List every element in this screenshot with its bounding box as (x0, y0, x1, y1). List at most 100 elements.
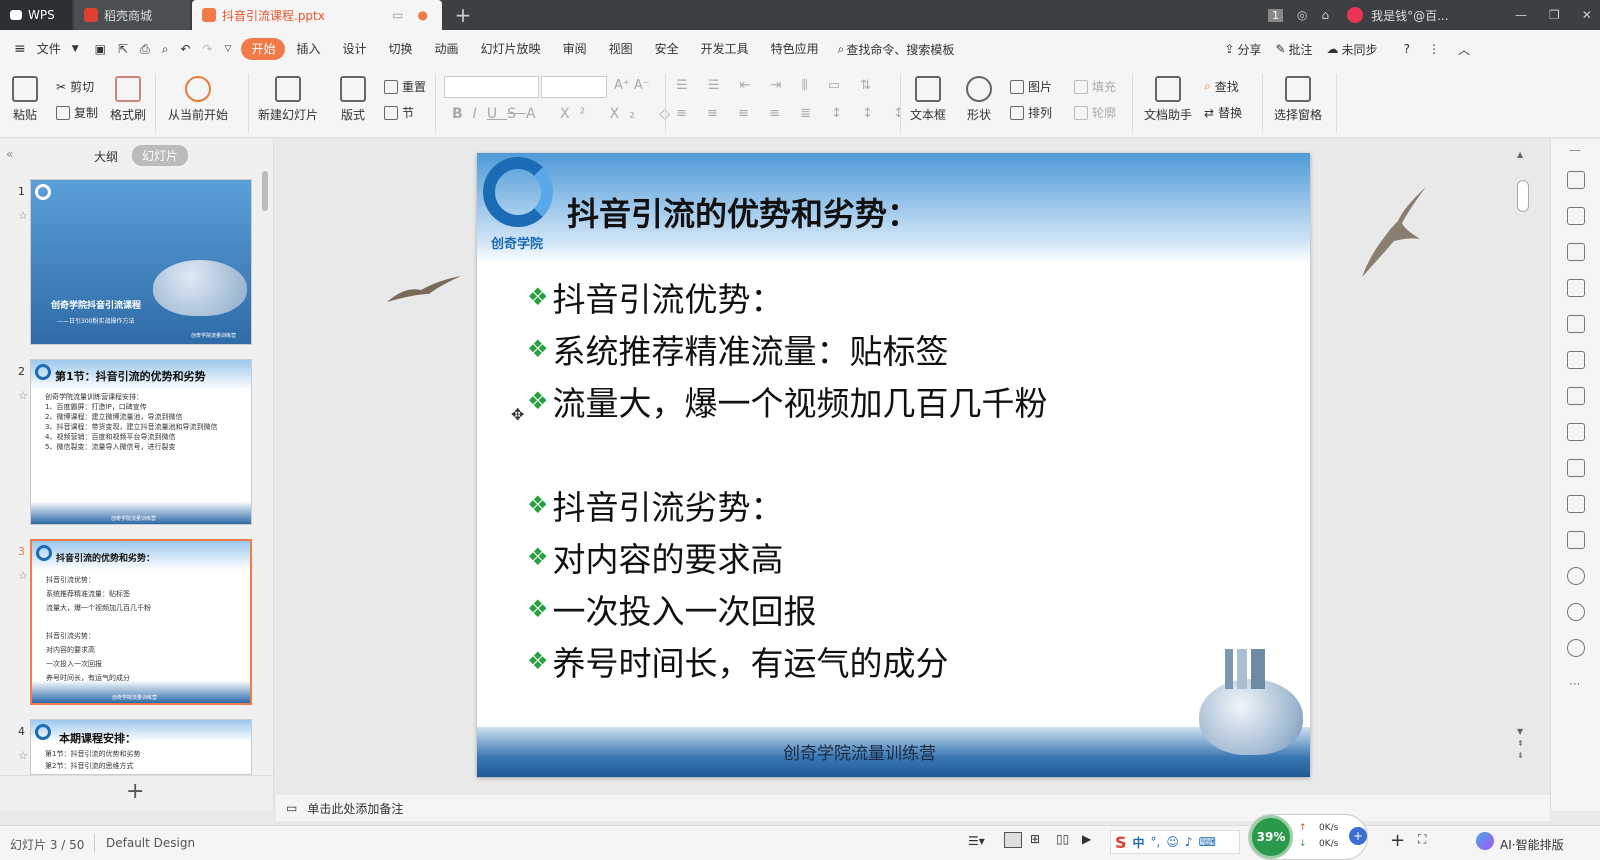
tab-wps-home[interactable]: WPS (0, 0, 72, 30)
theme-name[interactable]: Default Design (106, 836, 195, 850)
replace-button[interactable]: ⇄ 替换 (1204, 104, 1242, 121)
animation-icon[interactable] (1567, 171, 1585, 189)
outline-button[interactable]: 轮廓 (1074, 104, 1116, 121)
audio-icon[interactable] (1567, 531, 1585, 549)
grid-icon[interactable] (1567, 315, 1585, 333)
monitor-icon[interactable]: ▭ (392, 8, 403, 22)
slideshow-view-icon[interactable]: ▶ (1082, 832, 1091, 846)
canvas-scrollbar[interactable]: ▲ ▼ ⇞ ⇟ (1517, 146, 1531, 778)
comment-icon[interactable]: ✎ (1275, 42, 1285, 56)
tab-document[interactable]: 抖音引流课程.pptx ▭ ● (192, 0, 442, 30)
scroll-thumb[interactable] (1517, 180, 1529, 212)
tab-slides[interactable]: 幻灯片 (132, 145, 189, 166)
mic-icon[interactable]: ♪ (1185, 835, 1193, 849)
comment-button[interactable]: 批注 (1289, 41, 1313, 58)
collapse-sidebar-icon[interactable]: — (1569, 143, 1581, 157)
slide-thumbnail-1[interactable]: 创奇学院抖音引流课程 ——日引300粉实战操作方法 创奇学院流量训练营 (30, 179, 252, 345)
preview-icon[interactable]: ⌕ (162, 42, 169, 57)
ime-toolbar[interactable]: S 中 °, ☺ ♪ ⌨ (1110, 830, 1240, 854)
slide-title[interactable]: 抖音引流的优势和劣势： (567, 189, 919, 235)
fill-button[interactable]: 填充 (1074, 78, 1116, 95)
image-icon[interactable] (1567, 495, 1585, 513)
menu-security[interactable]: 安全 (644, 38, 690, 60)
bullet-item[interactable]: ❖ 流量大，爆一个视频加几百几千粉 (527, 377, 1048, 425)
from-current-button[interactable]: 从当前开始 (168, 76, 228, 123)
align-icons[interactable]: ≡ ≡ ≡ ≡ ≣ ↕ ↕ ↕ (676, 106, 912, 121)
ime-language[interactable]: 中 (1133, 834, 1145, 851)
undo-icon[interactable]: ↶ (180, 42, 190, 56)
view-options-icon[interactable]: ☰▾ (968, 834, 985, 848)
doc-helper-button[interactable]: 文档助手 (1144, 76, 1192, 123)
textbox-button[interactable]: 文本框 (910, 76, 946, 123)
scroll-page-controls[interactable]: ▼ ⇞ ⇟ (1517, 726, 1524, 762)
star-icon[interactable]: ☆ (18, 749, 28, 762)
more-dots-icon[interactable]: ··· (1569, 677, 1580, 691)
shape-panel-icon[interactable] (1567, 243, 1585, 261)
chevron-down-icon[interactable]: ▼ (72, 44, 79, 54)
share-icon[interactable]: ⇪ (1224, 42, 1234, 56)
picture-button[interactable]: 图片 (1010, 78, 1052, 95)
new-tab-button[interactable]: + (448, 0, 478, 30)
slide-editor[interactable]: 创奇学院 抖音引流的优势和劣势： ❖ 抖音引流优势： ❖ 系统推荐精准流量：贴标签 … (477, 153, 1310, 777)
punctuation-icon[interactable]: °, (1151, 835, 1161, 849)
command-search[interactable]: 查找命令、搜索模板 (846, 41, 954, 58)
reading-view-icon[interactable]: ▯▯ (1056, 832, 1069, 846)
slide-thumbnail-4[interactable]: 本期课程安排： 第1节：抖音引流的优势和劣势 第2节：抖音引流的思维方式 (30, 719, 252, 775)
star-icon[interactable]: ☆ (18, 569, 28, 582)
menu-file[interactable]: 文件 (26, 38, 72, 60)
history-icon[interactable] (1567, 603, 1585, 621)
font-grow-icon[interactable]: A⁺ A⁻ (614, 78, 650, 93)
menu-view[interactable]: 视图 (598, 38, 644, 60)
search-icon[interactable]: ⌕ (838, 42, 845, 57)
slide-thumbnail-2[interactable]: 第1节：抖音引流的优势和劣势 创奇学院流量训练营课程安排： 1、百度霸屏：打造I… (30, 359, 252, 525)
skin-icon[interactable]: ◎ (1297, 8, 1307, 22)
network-speed-widget[interactable]: 39% ↑ ↓ 0K/s 0K/s + (1248, 814, 1368, 860)
menu-transition[interactable]: 切换 (378, 38, 424, 60)
magic-icon[interactable] (1567, 279, 1585, 297)
menu-features[interactable]: 特色应用 (760, 38, 830, 60)
new-slide-button[interactable]: 新建幻灯片 (258, 76, 318, 123)
bullet-item[interactable]: ❖ 抖音引流优势： (527, 273, 784, 321)
star-icon[interactable]: ☆ (18, 209, 28, 222)
restore-icon[interactable]: ❐ (1549, 8, 1560, 22)
sorter-view-icon[interactable]: ⊞ (1030, 832, 1040, 846)
menu-slideshow[interactable]: 幻灯片放映 (470, 38, 552, 60)
font-style-icons[interactable]: BIUSA X² X₂ ◇ (452, 106, 680, 122)
print-icon[interactable]: ⎙ (140, 42, 150, 57)
zoom-in-icon[interactable]: + (1390, 830, 1405, 851)
settings-icon[interactable] (1567, 351, 1585, 369)
menu-insert[interactable]: 插入 (285, 38, 331, 60)
bullet-item[interactable]: ❖ 一次投入一次回报 (527, 585, 817, 633)
more-icon[interactable]: ⋮ (1428, 42, 1440, 56)
tab-store[interactable]: 稻壳商城 (74, 0, 190, 30)
scroll-up-icon[interactable]: ▲ (1517, 150, 1523, 159)
menu-animation[interactable]: 动画 (424, 38, 470, 60)
paste-button[interactable]: 粘贴 (12, 76, 38, 123)
help-circle-icon[interactable] (1567, 639, 1585, 657)
font-family-select[interactable] (444, 76, 539, 98)
copy-button[interactable]: 复制 (56, 104, 98, 121)
archive-icon[interactable] (1567, 459, 1585, 477)
bullet-item[interactable]: ❖ 抖音引流劣势： (527, 481, 784, 529)
sync-button[interactable]: 未同步 (1342, 41, 1378, 58)
panel-scrollbar[interactable] (262, 171, 268, 211)
redo-icon[interactable]: ↷ (202, 42, 212, 56)
collapse-ribbon-icon[interactable]: ︿ (1458, 41, 1470, 58)
cut-button[interactable]: ✂ 剪切 (56, 78, 94, 95)
font-size-select[interactable] (541, 76, 607, 98)
menu-developer[interactable]: 开发工具 (690, 38, 760, 60)
fit-window-icon[interactable]: ⛶ (1418, 832, 1426, 847)
bullet-item[interactable]: ❖ 系统推荐精准流量：贴标签 (527, 325, 949, 373)
hamburger-icon[interactable]: ≡ (14, 41, 26, 57)
notes-bar[interactable]: ▭ 单击此处添加备注 (276, 795, 1550, 821)
star-icon[interactable]: ☆ (18, 389, 28, 402)
find-button[interactable]: ⌕ 查找 (1204, 78, 1239, 95)
shirt-icon[interactable]: ⌂ (1321, 8, 1329, 22)
shape-button[interactable]: 形状 (966, 76, 992, 123)
gallery-icon[interactable] (1567, 387, 1585, 405)
ai-layout-icon[interactable] (1476, 832, 1494, 850)
add-slide-button[interactable]: + (126, 779, 144, 804)
boost-icon[interactable]: + (1349, 827, 1367, 845)
bullet-item[interactable]: ❖ 养号时间长，有运气的成分 (527, 637, 949, 685)
ai-layout-button[interactable]: AI·智能排版 (1500, 836, 1564, 853)
